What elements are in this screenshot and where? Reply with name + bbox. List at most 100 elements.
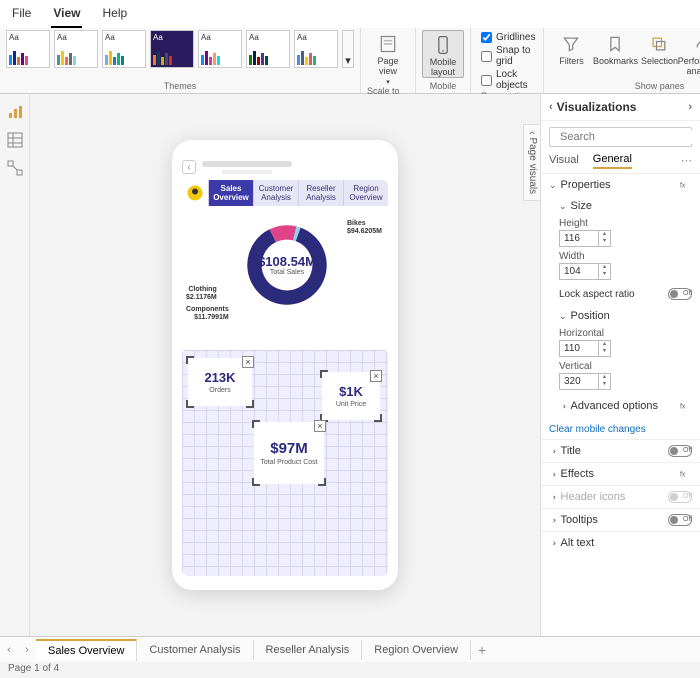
page-tab[interactable]: Customer Analysis: [137, 640, 253, 660]
theme-swatch[interactable]: Aa: [6, 30, 50, 68]
filters-button[interactable]: Filters: [550, 30, 592, 76]
total-sales-label: Total Sales: [270, 269, 304, 276]
ribbon-label-panes: Show panes: [635, 81, 685, 93]
fx-icon[interactable]: fx: [679, 180, 692, 191]
card-unit-price[interactable]: × $1K Unit Price: [322, 372, 380, 420]
viz-search[interactable]: [549, 127, 692, 147]
viz-tab-general[interactable]: General: [593, 153, 632, 169]
field-horizontal: Horizontal 110▴▾: [559, 328, 692, 357]
mobile-icon: [433, 35, 453, 55]
section-effects[interactable]: ⌄Effectsfx: [541, 463, 700, 485]
height-input[interactable]: 116▴▾: [559, 230, 611, 247]
bookmarks-button[interactable]: Bookmarks: [594, 30, 636, 76]
page-view-button[interactable]: Pageview ▾: [367, 30, 409, 86]
report-view-icon[interactable]: [7, 104, 23, 120]
menu-help[interactable]: Help: [100, 4, 129, 28]
mobile-layout-button[interactable]: Mobilelayout: [422, 30, 464, 78]
selection-button[interactable]: Selection: [638, 30, 680, 76]
ribbon-group-page-options: Gridlines Snap to grid Lock objects Page…: [471, 28, 544, 93]
menu-view[interactable]: View: [51, 4, 82, 28]
selection-icon: [649, 34, 669, 54]
callout-clothing: Clothing$2.1176M: [186, 286, 217, 301]
page-view-label: Pageview: [377, 56, 398, 76]
theme-dropdown[interactable]: ▾: [342, 30, 354, 68]
lock-checkbox[interactable]: Lock objects: [481, 69, 535, 91]
donut-visual[interactable]: $108.54M Total Sales Bikes$94.6205M Clot…: [182, 208, 388, 346]
phone-tab-region[interactable]: Region Overview: [343, 180, 388, 206]
section-properties[interactable]: ⌄Propertiesfx: [541, 174, 700, 196]
phone-logo: [182, 180, 208, 206]
section-tooltips[interactable]: ⌄TooltipsOff: [541, 509, 700, 531]
fx-icon[interactable]: fx: [679, 469, 692, 480]
lock-aspect-row: Lock aspect ratio Off: [559, 288, 692, 300]
horizontal-label: Horizontal: [559, 328, 692, 339]
viz-more-button[interactable]: ⋯: [681, 154, 692, 169]
viz-tab-visual[interactable]: Visual: [549, 154, 579, 168]
body: ‹ Page visuals ‹ Sales Overview Customer…: [0, 94, 700, 636]
callout-bikes: Bikes$94.6205M: [347, 220, 382, 235]
collapse-pane-icon[interactable]: ‹: [549, 101, 553, 113]
card-label: Total Product Cost: [260, 459, 317, 466]
section-position[interactable]: ⌄Position: [559, 304, 692, 324]
theme-swatch[interactable]: Aa: [246, 30, 290, 68]
phone-frame: ‹ Sales Overview Customer Analysis Resel…: [172, 140, 398, 590]
section-advanced[interactable]: ⌄Advanced optionsfx: [559, 394, 692, 414]
canvas[interactable]: ‹ Page visuals ‹ Sales Overview Customer…: [30, 94, 540, 636]
section-title[interactable]: ⌄TitleOff: [541, 440, 700, 462]
theme-swatch[interactable]: Aa: [102, 30, 146, 68]
phone-tab-customer[interactable]: Customer Analysis: [253, 180, 298, 206]
card-orders[interactable]: × 213K Orders: [188, 358, 252, 406]
remove-card-button[interactable]: ×: [242, 356, 254, 368]
section-size[interactable]: ⌄Size: [559, 198, 692, 214]
add-page-button[interactable]: +: [471, 642, 493, 658]
bookmark-icon: [605, 34, 625, 54]
theme-swatch[interactable]: Aa: [294, 30, 338, 68]
tab-next[interactable]: ›: [18, 644, 36, 656]
page-tab[interactable]: Region Overview: [362, 640, 471, 660]
total-sales-value: $108.54M: [258, 254, 316, 269]
tab-prev[interactable]: ‹: [0, 644, 18, 656]
clear-mobile-link[interactable]: Clear mobile changes: [541, 420, 700, 439]
lock-aspect-toggle[interactable]: Off: [668, 288, 692, 300]
page-tab[interactable]: Reseller Analysis: [254, 640, 363, 660]
horizontal-input[interactable]: 110▴▾: [559, 340, 611, 357]
phone-tab-reseller[interactable]: Reseller Analysis: [298, 180, 343, 206]
theme-swatch[interactable]: Aa: [198, 30, 242, 68]
card-total-product-cost[interactable]: × $97M Total Product Cost: [254, 422, 324, 484]
phone-tab-sales[interactable]: Sales Overview: [208, 180, 253, 206]
phone-back-button[interactable]: ‹: [182, 160, 196, 174]
vertical-label: Vertical: [559, 361, 692, 372]
performance-button[interactable]: Performanceanalyzer: [682, 30, 700, 76]
phone-header: ‹: [182, 160, 388, 174]
expand-pane-icon[interactable]: ›: [688, 101, 692, 113]
ribbon-group-scale: Pageview ▾ Scale to fit: [361, 28, 416, 93]
snap-checkbox[interactable]: Snap to grid: [481, 45, 535, 67]
page-visuals-tab[interactable]: ‹ Page visuals: [523, 124, 540, 201]
remove-card-button[interactable]: ×: [370, 370, 382, 382]
ribbon-label-mobile: Mobile: [430, 81, 457, 93]
theme-swatch[interactable]: Aa: [54, 30, 98, 68]
menu-file[interactable]: File: [10, 4, 33, 28]
model-view-icon[interactable]: [7, 160, 23, 176]
ribbon-group-themes: Aa Aa Aa Aa Aa Aa Aa ▾ Themes: [0, 28, 361, 93]
theme-swatch[interactable]: Aa: [150, 30, 194, 68]
page-tab[interactable]: Sales Overview: [36, 639, 137, 661]
gridlines-checkbox[interactable]: Gridlines: [481, 32, 535, 43]
svg-text:fx: fx: [680, 403, 686, 410]
ribbon-group-mobile: Mobilelayout Mobile: [416, 28, 471, 93]
vertical-input[interactable]: 320▴▾: [559, 373, 611, 390]
remove-card-button[interactable]: ×: [314, 420, 326, 432]
mobile-canvas-grid[interactable]: × 213K Orders × $1K Unit Price × $97M: [182, 350, 388, 576]
width-input[interactable]: 104▴▾: [559, 263, 611, 280]
donut-center: $108.54M Total Sales: [244, 222, 330, 308]
viz-title: Visualizations: [557, 100, 637, 114]
page-tabs: ‹ › Sales Overview Customer Analysis Res…: [0, 636, 700, 662]
data-view-icon[interactable]: [7, 132, 23, 148]
title-toggle[interactable]: Off: [668, 445, 692, 457]
fx-icon[interactable]: fx: [679, 401, 692, 412]
visualizations-pane: ‹ Visualizations › Visual General ⋯ ⌄Prop…: [540, 94, 700, 636]
search-input[interactable]: [558, 130, 700, 144]
mobile-layout-label: Mobilelayout: [430, 57, 457, 77]
section-alt-text[interactable]: ⌄Alt text: [541, 532, 700, 554]
tooltips-toggle[interactable]: Off: [668, 514, 692, 526]
